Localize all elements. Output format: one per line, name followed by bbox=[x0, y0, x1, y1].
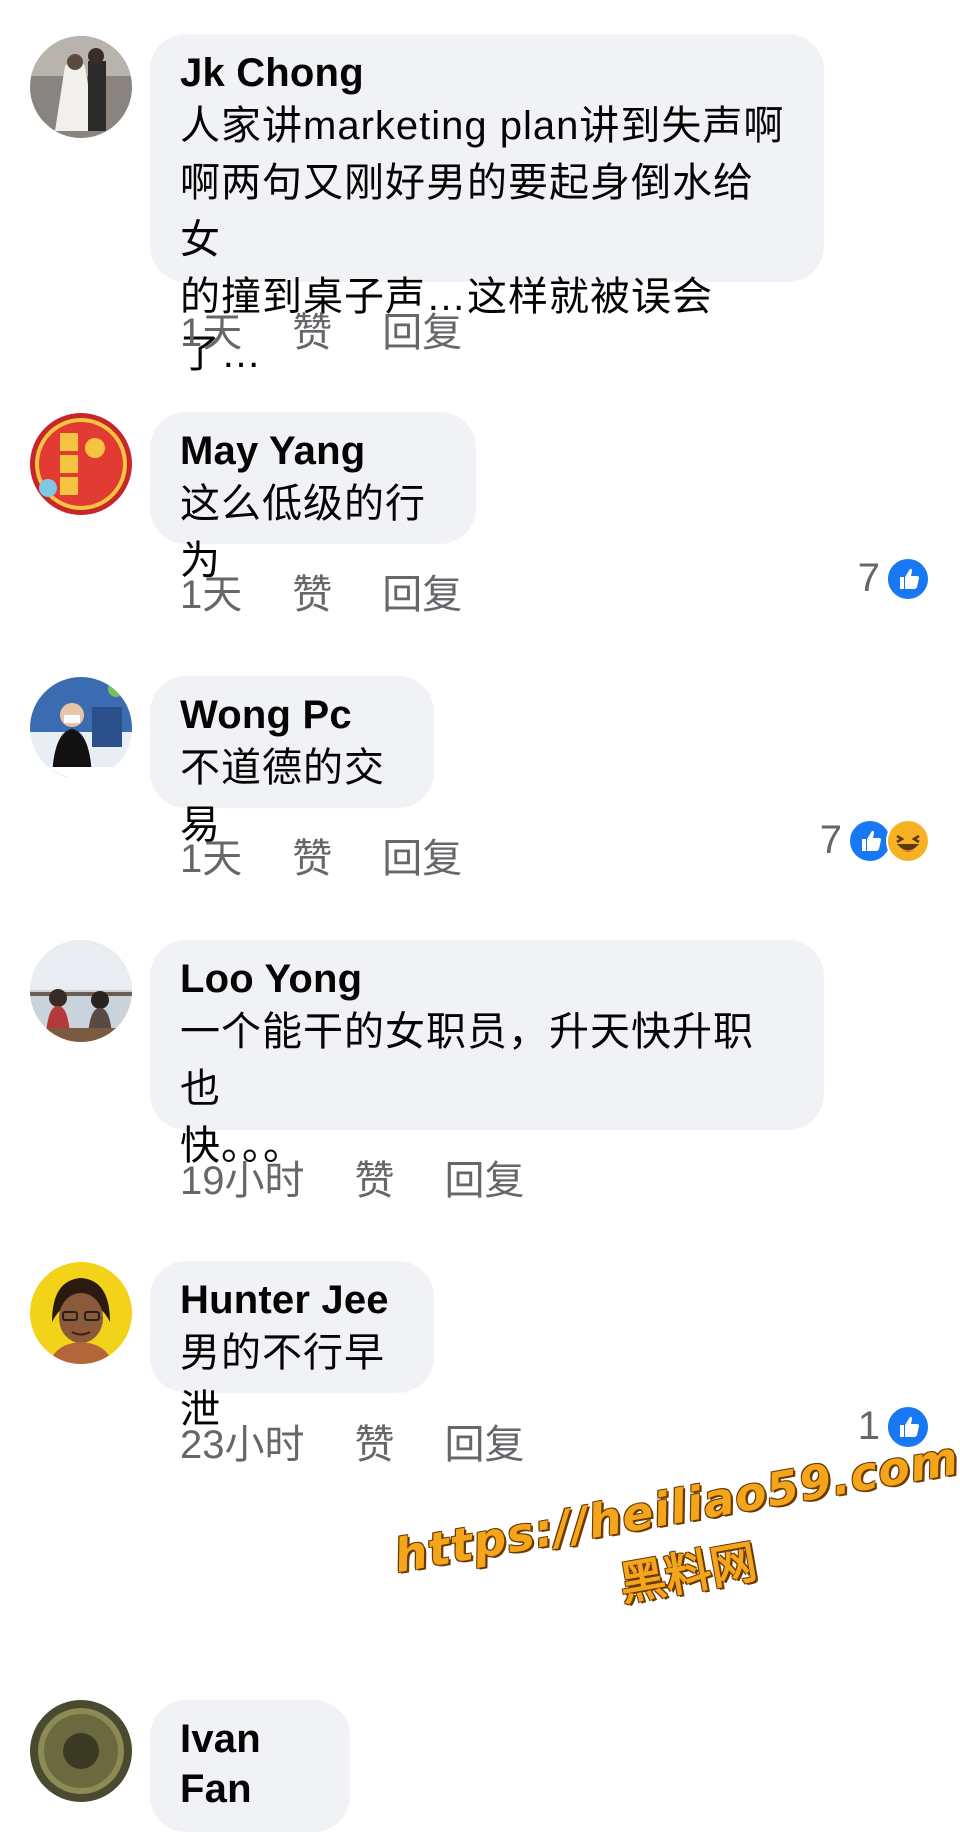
watermark-name: 黑料网 bbox=[615, 1534, 761, 1612]
reaction-summary[interactable]: 1 bbox=[858, 1404, 930, 1449]
like-icon bbox=[886, 1404, 930, 1449]
comment-bubble: Wong Pc 不道德的交易 bbox=[150, 676, 434, 847]
like-icon bbox=[886, 556, 930, 601]
comment-bubble: May Yang 这么低级的行为 bbox=[150, 412, 476, 583]
like-button[interactable]: 赞 bbox=[355, 1148, 395, 1206]
like-button[interactable]: 赞 bbox=[292, 300, 332, 358]
reaction-summary[interactable]: 7 bbox=[820, 818, 930, 863]
avatar[interactable] bbox=[30, 1262, 132, 1364]
comment-bubble: Jk Chong 人家讲marketing plan讲到失声啊 啊两句又刚好男的… bbox=[150, 34, 824, 376]
avatar[interactable] bbox=[30, 940, 132, 1042]
reply-button[interactable]: 回复 bbox=[382, 826, 462, 884]
haha-icon bbox=[886, 818, 930, 863]
comment-actions: 1天 赞 回复 bbox=[180, 826, 462, 884]
comment-actions: 19小时 赞 回复 bbox=[180, 1148, 525, 1206]
reply-button[interactable]: 回复 bbox=[382, 300, 462, 358]
comment-author[interactable]: Jk Chong bbox=[180, 48, 794, 98]
comment-time: 1天 bbox=[180, 837, 243, 881]
avatar[interactable] bbox=[30, 677, 132, 779]
reply-button[interactable]: 回复 bbox=[382, 562, 462, 620]
reaction-count: 7 bbox=[857, 556, 880, 600]
comment-actions: 1天 赞 回复 bbox=[180, 300, 462, 358]
comment-author[interactable]: Loo Yong bbox=[180, 954, 794, 1004]
comment-author[interactable]: May Yang bbox=[180, 426, 446, 476]
reaction-count: 1 bbox=[857, 1404, 880, 1448]
comment-time: 1天 bbox=[180, 573, 243, 617]
reaction-count: 7 bbox=[819, 818, 842, 862]
reply-button[interactable]: 回复 bbox=[445, 1412, 525, 1470]
like-button[interactable]: 赞 bbox=[355, 1412, 395, 1470]
comment-actions: 1天 赞 回复 bbox=[180, 562, 462, 620]
reaction-summary[interactable]: 7 bbox=[858, 556, 930, 601]
comment-author[interactable]: Wong Pc bbox=[180, 690, 404, 740]
comment-author[interactable]: Ivan Fan bbox=[180, 1714, 320, 1814]
comment-bubble: Ivan Fan bbox=[150, 1700, 350, 1832]
comment-time: 1天 bbox=[180, 311, 243, 355]
avatar[interactable] bbox=[30, 36, 132, 138]
comment-bubble: Hunter Jee 男的不行早泄 bbox=[150, 1261, 434, 1432]
comment-time: 19小时 bbox=[180, 1159, 305, 1203]
avatar[interactable] bbox=[30, 1700, 132, 1802]
like-button[interactable]: 赞 bbox=[292, 826, 332, 884]
comment-actions: 23小时 赞 回复 bbox=[180, 1412, 525, 1470]
comment-bubble: Loo Yong 一个能干的女职员，升天快升职也 快。。。 bbox=[150, 940, 824, 1168]
reply-button[interactable]: 回复 bbox=[445, 1148, 525, 1206]
like-button[interactable]: 赞 bbox=[292, 562, 332, 620]
comment-time: 23小时 bbox=[180, 1423, 305, 1467]
avatar[interactable] bbox=[30, 413, 132, 515]
comment-author[interactable]: Hunter Jee bbox=[180, 1275, 404, 1325]
